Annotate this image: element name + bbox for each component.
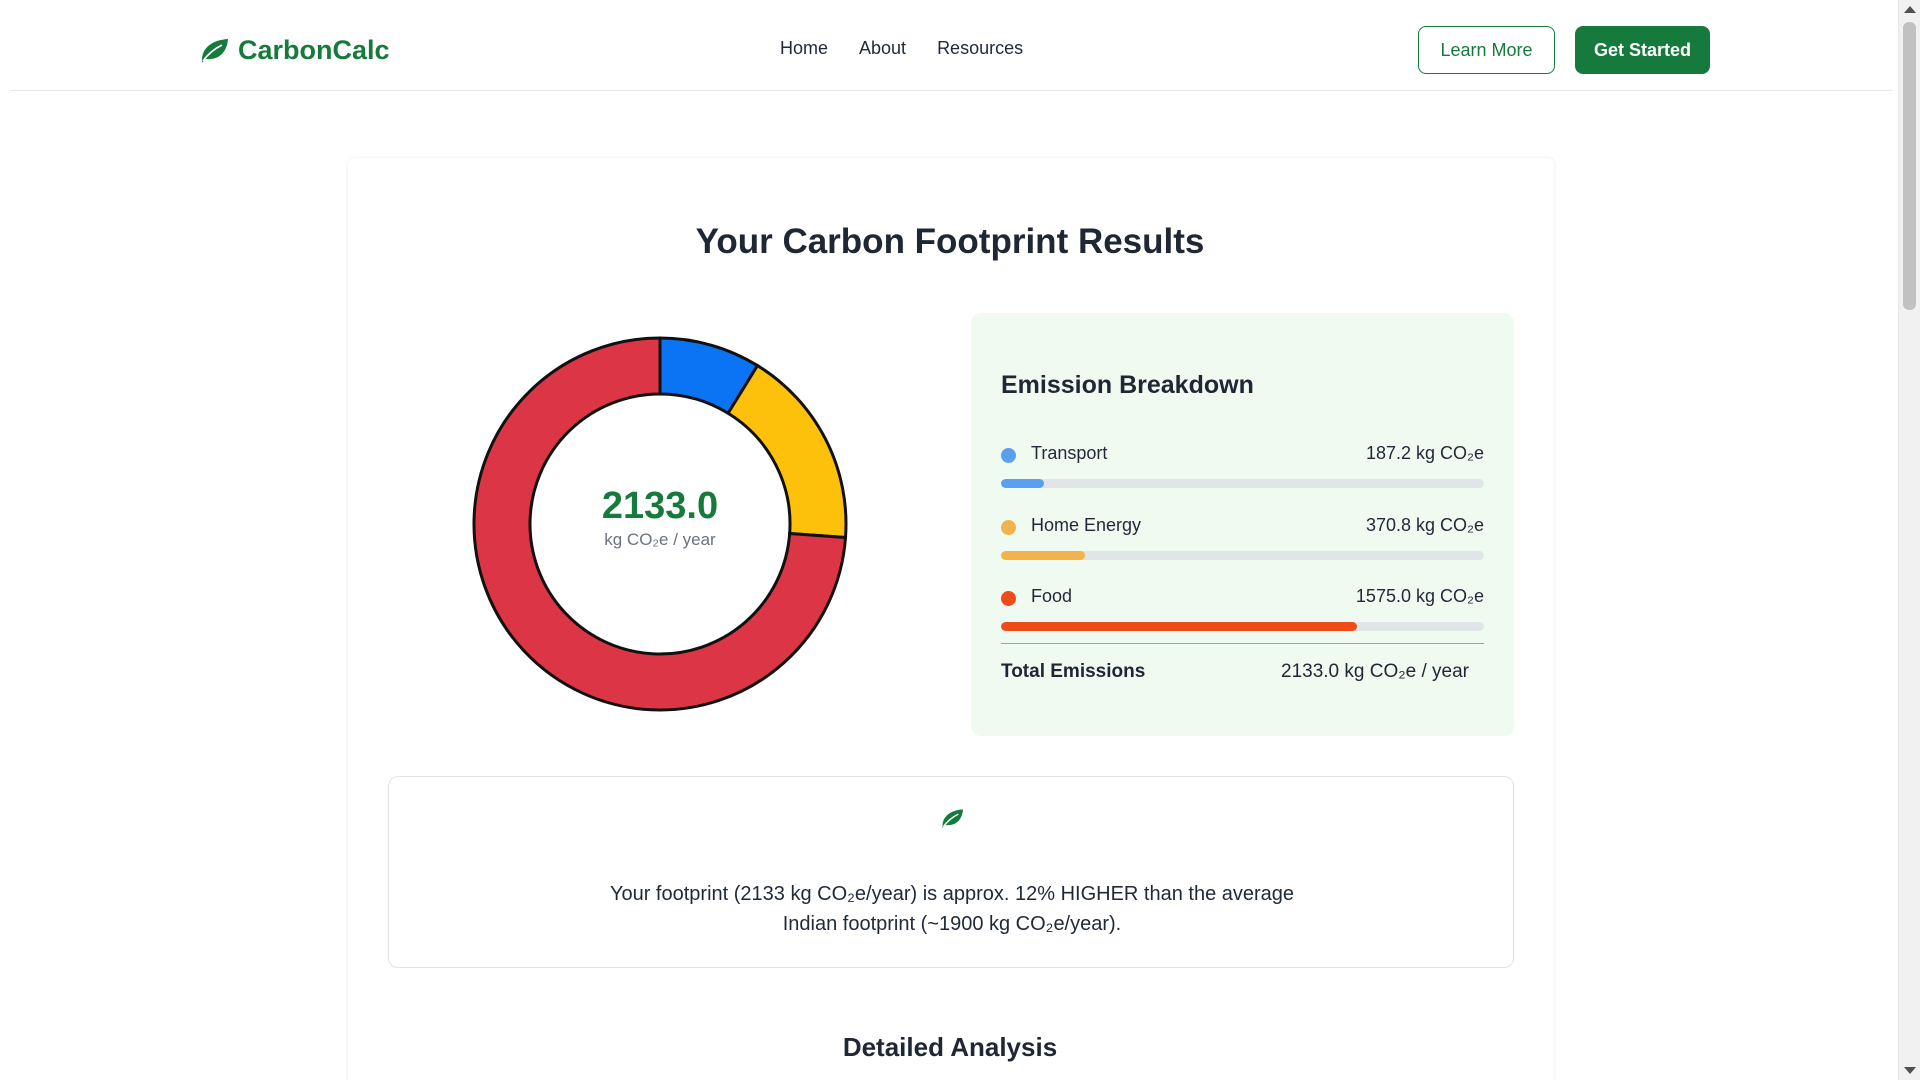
progress-track: [1001, 479, 1484, 488]
donut-center-label: 2133.0 kg CO₂e / year: [470, 484, 850, 550]
scrollbar-thumb[interactable]: [1903, 22, 1916, 310]
breakdown-item-label: Food: [1031, 586, 1073, 606]
progress-track: [1001, 551, 1484, 560]
progress-fill: [1001, 479, 1044, 488]
home-energy-dot-icon: [1001, 520, 1016, 535]
comparison-box: Your footprint (2133 kg CO₂e/year) is ap…: [388, 776, 1514, 968]
emission-breakdown-panel: Emission Breakdown Transport 187.2 kg CO…: [971, 313, 1514, 736]
progress-fill: [1001, 622, 1358, 631]
transport-dot-icon: [1001, 448, 1016, 463]
breakdown-title: Emission Breakdown: [1001, 371, 1254, 399]
brand-name: CarbonCalc: [238, 34, 390, 65]
scroll-up-arrow-icon[interactable]: [1904, 6, 1916, 13]
page-title: Your Carbon Footprint Results: [695, 222, 1205, 261]
detailed-analysis-title: Detailed Analysis: [842, 1032, 1058, 1062]
breakdown-item-value: 187.2 kg CO₂e: [1365, 443, 1484, 463]
total-emissions-summary: 2133.0 kg CO₂e / year: [1281, 661, 1469, 682]
breakdown-item-value: 1575.0 kg CO₂e: [1355, 586, 1484, 606]
navbar: CarbonCalc Home About Resources Learn Mo…: [10, 0, 1892, 91]
learn-more-button[interactable]: Learn More: [1418, 26, 1555, 74]
get-started-button[interactable]: Get Started: [1575, 26, 1710, 74]
leaf-icon: [942, 809, 963, 829]
nav-about[interactable]: About: [859, 38, 906, 59]
breakdown-divider: [1001, 643, 1484, 644]
comparison-line-2: Indian footprint (~1900 kg CO₂e/year).: [782, 913, 1122, 935]
nav-resources[interactable]: Resources: [937, 38, 1023, 59]
main-nav: Home About Resources: [780, 38, 1023, 59]
total-emissions-unit: kg CO₂e / year: [604, 530, 716, 549]
breakdown-item-value: 370.8 kg CO₂e: [1365, 515, 1484, 535]
breakdown-item-label: Home Energy: [1031, 515, 1142, 535]
scroll-down-arrow-icon[interactable]: [1904, 1067, 1916, 1074]
comparison-line-1: Your footprint (2133 kg CO₂e/year) is ap…: [609, 883, 1295, 905]
nav-home[interactable]: Home: [780, 38, 828, 59]
total-emissions-label: Total Emissions: [1001, 661, 1146, 682]
total-emissions-value: 2133.0: [601, 485, 719, 527]
comparison-text: Your footprint (2133 kg CO₂e/year) is ap…: [569, 879, 1335, 939]
progress-track: [1001, 622, 1484, 631]
page-scrollbar[interactable]: [1898, 0, 1920, 1080]
leaf-icon: [202, 39, 228, 63]
progress-fill: [1001, 551, 1086, 560]
brand-logo[interactable]: CarbonCalc: [198, 31, 390, 69]
breakdown-item-label: Transport: [1031, 443, 1108, 463]
food-dot-icon: [1001, 591, 1016, 606]
